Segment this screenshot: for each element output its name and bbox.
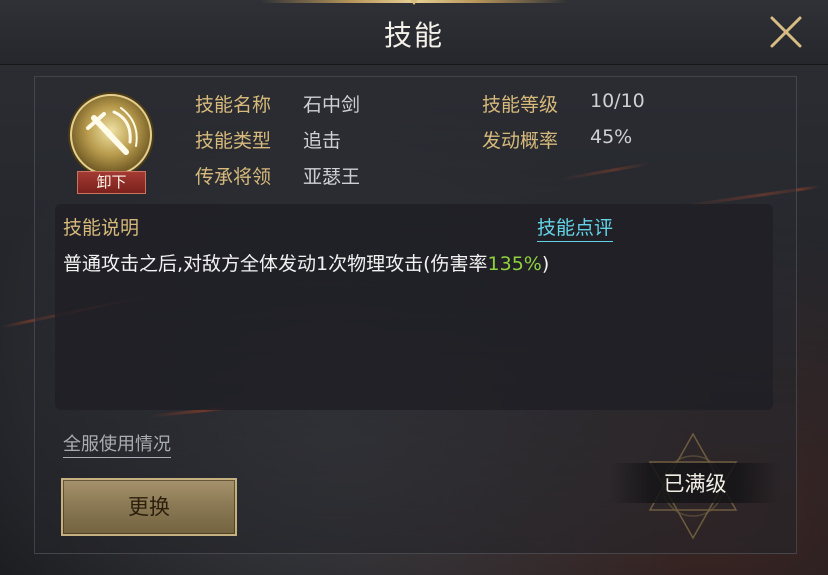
sword-skill-icon[interactable]: [66, 90, 156, 180]
server-usage-link[interactable]: 全服使用情况: [63, 430, 171, 458]
skill-type-value: 追击: [303, 130, 342, 152]
description-text-after: ): [541, 253, 550, 275]
skill-level-label: 技能等级: [482, 94, 559, 116]
title-bar: 技能: [0, 0, 828, 65]
skill-level-value: 10/10: [590, 90, 645, 112]
skill-name-value: 石中剑: [303, 94, 361, 116]
replace-button[interactable]: 更换: [61, 478, 237, 536]
dialog-title: 技能: [383, 19, 444, 52]
damage-rate-highlight: 135%: [487, 253, 542, 275]
description-label: 技能说明: [63, 217, 140, 239]
trigger-chance-value: 45%: [590, 126, 633, 148]
unequip-button[interactable]: 卸下: [77, 171, 146, 194]
maxed-label: 已满级: [663, 472, 727, 496]
description-text: 普通攻击之后,对敌方全体发动1次物理攻击(伤害率135%): [63, 249, 549, 276]
skill-review-link[interactable]: 技能点评: [537, 213, 614, 242]
trigger-chance-label: 发动概率: [482, 130, 559, 152]
inherit-general-value: 亚瑟王: [303, 166, 361, 188]
skill-name-label: 技能名称: [195, 94, 272, 116]
close-icon[interactable]: [768, 14, 804, 50]
description-box: [55, 204, 773, 410]
description-text-before: 普通攻击之后,对敌方全体发动1次物理攻击(伤害率: [63, 253, 488, 275]
title-ornament: [260, 0, 568, 3]
skill-type-label: 技能类型: [195, 130, 272, 152]
inherit-general-label: 传承将领: [195, 166, 272, 188]
